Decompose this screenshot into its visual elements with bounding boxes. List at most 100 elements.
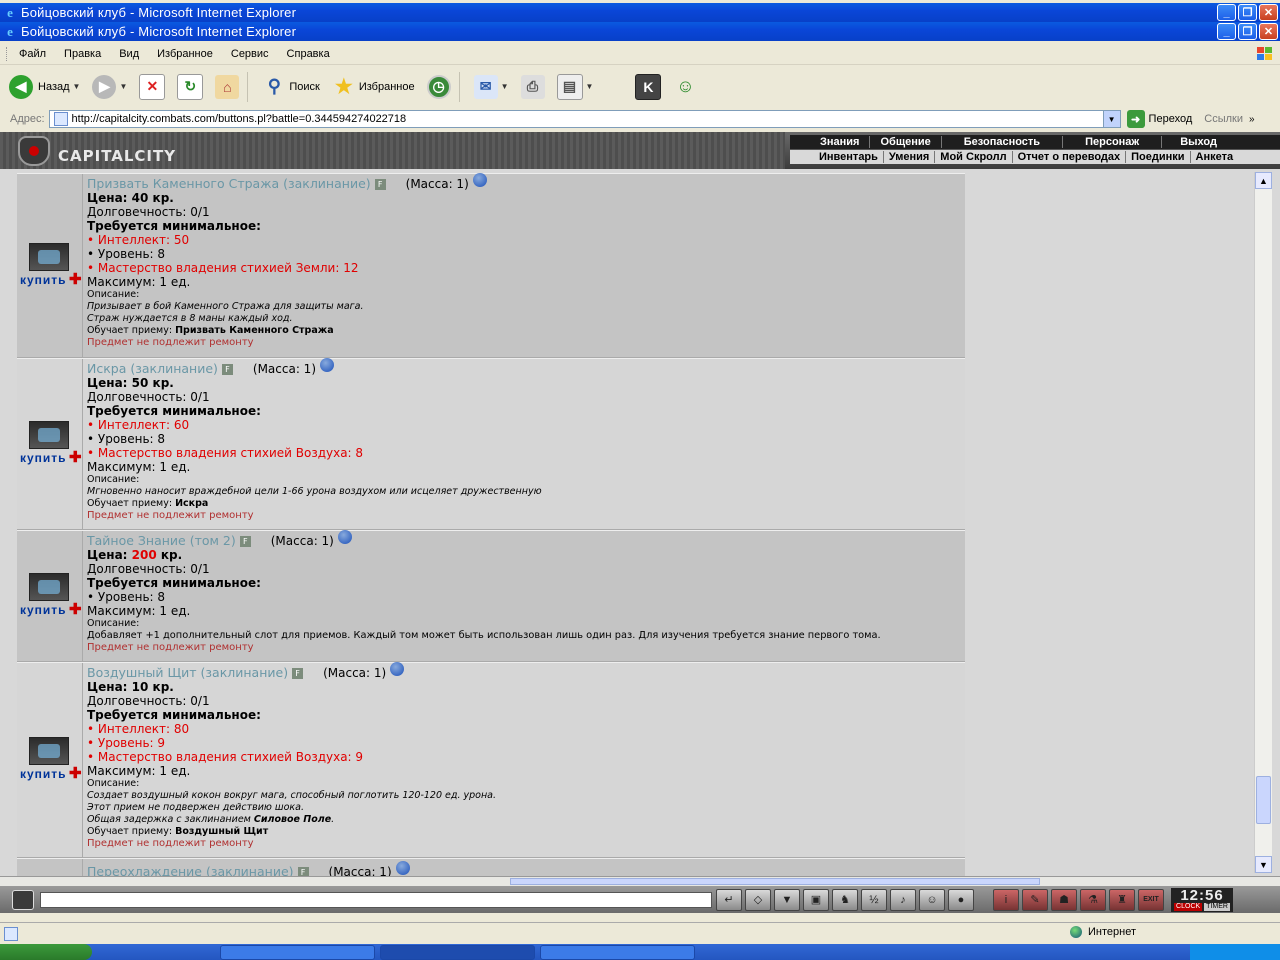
refresh-button[interactable]: ↻	[174, 70, 206, 104]
close-button[interactable]: ✕	[1259, 23, 1278, 40]
enter-icon[interactable]: ↵	[716, 888, 742, 911]
nav-knowledge[interactable]: Знания	[810, 136, 871, 148]
chevron-down-icon[interactable]: ▼	[586, 82, 594, 91]
scroll-thumb[interactable]	[1256, 776, 1271, 824]
chevron-down-icon[interactable]: ▼	[119, 82, 127, 91]
edit-button[interactable]: ▤ ▼	[554, 70, 597, 104]
restore-button[interactable]: ❐	[1238, 4, 1257, 21]
buy-link[interactable]: купить	[20, 767, 67, 781]
chat-head-icon[interactable]	[12, 889, 34, 910]
minimize-button[interactable]: _	[1217, 23, 1236, 40]
nav-inventory[interactable]: Инвентарь	[814, 151, 884, 163]
restore-button[interactable]: ❐	[1238, 23, 1257, 40]
chevron-down-icon[interactable]: ▼	[73, 82, 81, 91]
taskbar-item[interactable]	[540, 945, 695, 960]
filter-icon[interactable]: ▼	[774, 888, 800, 911]
search-button[interactable]: ⚲ Поиск	[259, 70, 322, 104]
head-icon[interactable]: ●	[948, 888, 974, 911]
ie-icon: e	[7, 23, 13, 39]
menu-edit[interactable]: Правка	[55, 48, 110, 60]
window-title-bar-1[interactable]: e Бойцовский клуб - Microsoft Internet E…	[0, 3, 1280, 22]
nav-skills[interactable]: Умения	[884, 151, 936, 163]
nav-security[interactable]: Безопасность	[942, 136, 1064, 148]
f-badge[interactable]: F	[239, 536, 251, 547]
timer-tab[interactable]: TIMER	[1204, 903, 1230, 911]
f-badge[interactable]: F	[292, 668, 304, 679]
back-button[interactable]: ◀ Назад ▼	[6, 70, 83, 104]
globe-icon[interactable]	[337, 530, 352, 544]
home-button[interactable]: ⌂	[212, 70, 242, 104]
buy-link[interactable]: купить	[20, 273, 67, 287]
globe-icon[interactable]	[472, 173, 487, 187]
f-badge[interactable]: F	[374, 179, 386, 190]
plus-icon[interactable]: ✚	[69, 600, 82, 618]
quill-icon[interactable]: ✎	[1022, 888, 1048, 911]
item-name-link[interactable]: Искра (заклинание)	[87, 361, 218, 376]
start-button[interactable]	[0, 944, 92, 960]
helmet-icon[interactable]: ☗	[1051, 888, 1077, 911]
taskbar-item[interactable]	[220, 945, 375, 960]
favorites-button[interactable]: ★ Избранное	[329, 70, 418, 104]
scroll-thumb[interactable]	[510, 878, 1040, 885]
buy-link[interactable]: купить	[20, 603, 67, 617]
item-name-link[interactable]: Переохлаждение (заклинание)	[87, 864, 294, 877]
close-button[interactable]: ✕	[1259, 4, 1278, 21]
globe-icon[interactable]	[320, 358, 335, 372]
history-button[interactable]: ◷	[424, 70, 454, 104]
eraser-icon[interactable]: ◇	[745, 888, 771, 911]
item-name-link[interactable]: Призвать Каменного Стража (заклинание)	[87, 176, 371, 191]
links-button[interactable]: Ссылки	[1204, 113, 1243, 125]
menu-help[interactable]: Справка	[278, 48, 339, 60]
castle-icon[interactable]: ♜	[1109, 888, 1135, 911]
sound-icon[interactable]: ♪	[890, 888, 916, 911]
nav-transfer-report[interactable]: Отчет о переводах	[1013, 151, 1127, 163]
minimize-button[interactable]: _	[1217, 4, 1236, 21]
plus-icon[interactable]: ✚	[69, 448, 82, 466]
f-badge[interactable]: F	[297, 867, 309, 876]
save-icon[interactable]: ▣	[803, 888, 829, 911]
window-title-bar-2[interactable]: e Бойцовский клуб - Microsoft Internet E…	[0, 22, 1280, 41]
stop-button[interactable]: ✕	[136, 70, 168, 104]
mail-button[interactable]: ✉ ▼	[471, 70, 512, 104]
nav-battles[interactable]: Поединки	[1126, 151, 1191, 163]
nav-character[interactable]: Персонаж	[1063, 136, 1163, 148]
messenger-button[interactable]: ☺	[670, 70, 700, 104]
vertical-scrollbar[interactable]: ▲ ▼	[1254, 172, 1272, 873]
exit-icon[interactable]: EXIT	[1138, 888, 1164, 911]
taskbar-item[interactable]	[380, 945, 535, 960]
plus-icon[interactable]: ✚	[69, 764, 82, 782]
potion-icon[interactable]: ⚗	[1080, 888, 1106, 911]
nav-exit[interactable]: Выход	[1162, 136, 1235, 148]
globe-icon[interactable]	[390, 662, 405, 676]
info-icon[interactable]: i	[993, 888, 1019, 911]
nav-communication[interactable]: Общение	[870, 136, 942, 148]
chevron-right-icon[interactable]: »	[1249, 114, 1255, 125]
half-icon[interactable]: ½	[861, 888, 887, 911]
address-url[interactable]: http://capitalcity.combats.com/buttons.p…	[72, 113, 1103, 125]
f-badge[interactable]: F	[221, 364, 233, 375]
print-button[interactable]: ⎙	[518, 70, 548, 104]
chevron-down-icon[interactable]: ▼	[1102, 111, 1120, 127]
menu-favorites[interactable]: Избранное	[148, 48, 222, 60]
buy-link[interactable]: купить	[20, 451, 67, 465]
menu-view[interactable]: Вид	[110, 48, 148, 60]
smiley-icon[interactable]: ☺	[919, 888, 945, 911]
nav-my-scroll[interactable]: Мой Скролл	[935, 151, 1013, 163]
go-button[interactable]: ➜ Переход	[1126, 110, 1192, 128]
chat-input[interactable]	[40, 891, 712, 908]
globe-icon[interactable]	[395, 861, 410, 875]
menu-tools[interactable]: Сервис	[222, 48, 278, 60]
clock-tab[interactable]: CLOCK	[1174, 903, 1203, 911]
forward-button[interactable]: ▶ ▼	[89, 70, 130, 104]
address-input[interactable]: http://capitalcity.combats.com/buttons.p…	[48, 110, 1121, 128]
plus-icon[interactable]: ✚	[69, 270, 82, 288]
scroll-up-icon[interactable]: ▲	[1255, 172, 1272, 189]
fighter-icon[interactable]: ♞	[832, 888, 858, 911]
k-button[interactable]: K	[632, 70, 664, 104]
nav-profile[interactable]: Анкета	[1191, 151, 1239, 163]
scroll-down-icon[interactable]: ▼	[1255, 856, 1272, 873]
chevron-down-icon[interactable]: ▼	[501, 82, 509, 91]
item-name-link[interactable]: Тайное Знание (том 2)	[87, 533, 236, 548]
item-name-link[interactable]: Воздушный Щит (заклинание)	[87, 665, 288, 680]
menu-file[interactable]: Файл	[10, 48, 55, 60]
